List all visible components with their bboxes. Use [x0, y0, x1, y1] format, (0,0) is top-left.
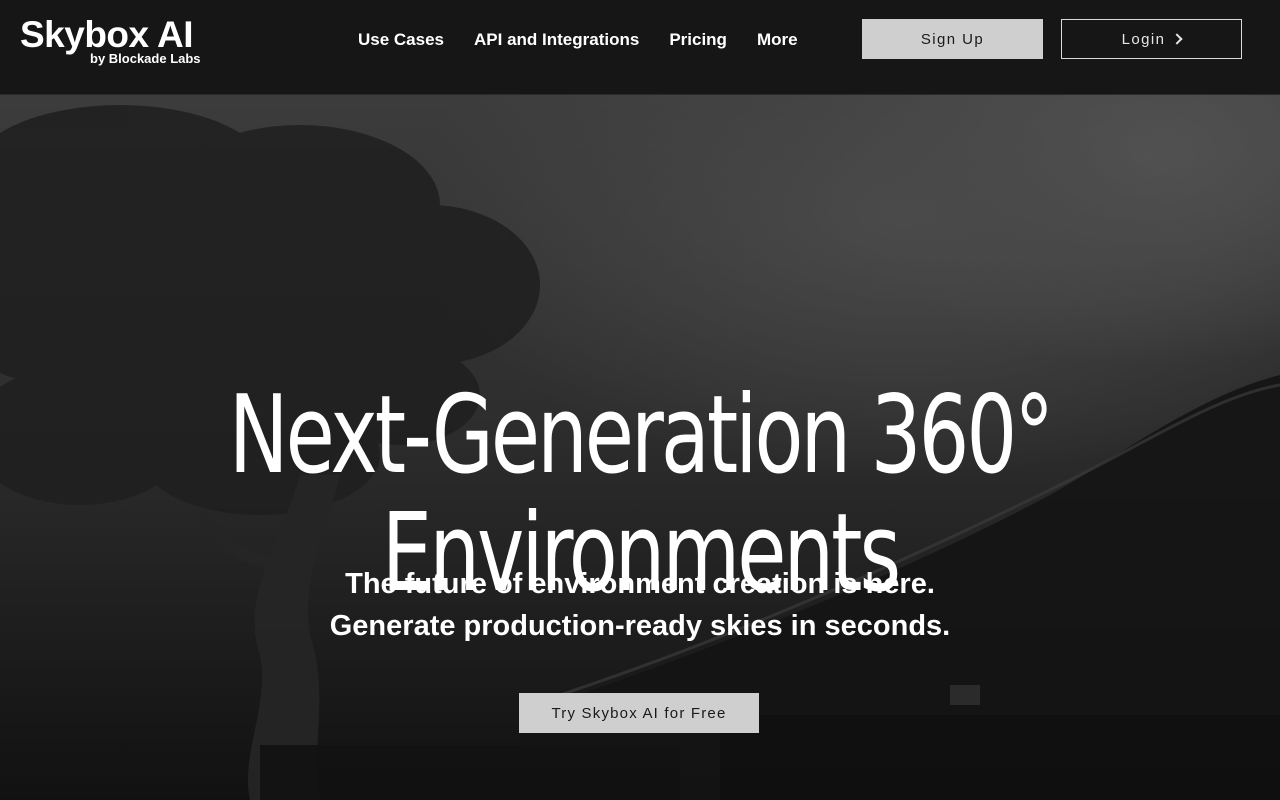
brand-byline: by Blockade Labs	[90, 51, 201, 66]
login-button[interactable]: Login	[1061, 19, 1242, 59]
main-nav: Use Cases API and Integrations Pricing M…	[358, 29, 798, 51]
nav-item-more[interactable]: More	[757, 29, 798, 51]
login-label: Login	[1121, 30, 1166, 48]
sign-up-button[interactable]: Sign Up	[862, 19, 1043, 59]
nav-item-use-cases[interactable]: Use Cases	[358, 29, 444, 51]
site-header: Skybox AI by Blockade Labs Use Cases API…	[0, 0, 1280, 95]
hero-subtitle: The future of environment creation is he…	[0, 563, 1280, 647]
brand-logo[interactable]: Skybox AI by Blockade Labs	[20, 14, 210, 70]
nav-item-api-integrations[interactable]: API and Integrations	[474, 29, 639, 51]
hero-section: Next-Generation 360° Environments The fu…	[0, 95, 1280, 800]
hero-title-line-1: Next-Generation 360°	[228, 373, 1054, 499]
nav-item-pricing[interactable]: Pricing	[669, 29, 727, 51]
sign-up-label: Sign Up	[920, 30, 985, 48]
hero-subtitle-line-2: Generate production-ready skies in secon…	[329, 610, 951, 642]
hero-subtitle-line-1: The future of environment creation is he…	[345, 568, 935, 600]
try-free-button[interactable]: Try Skybox AI for Free	[519, 693, 759, 733]
brand-name: Skybox AI	[20, 14, 194, 55]
try-free-label: Try Skybox AI for Free	[551, 704, 727, 722]
chevron-right-icon	[1171, 33, 1184, 45]
